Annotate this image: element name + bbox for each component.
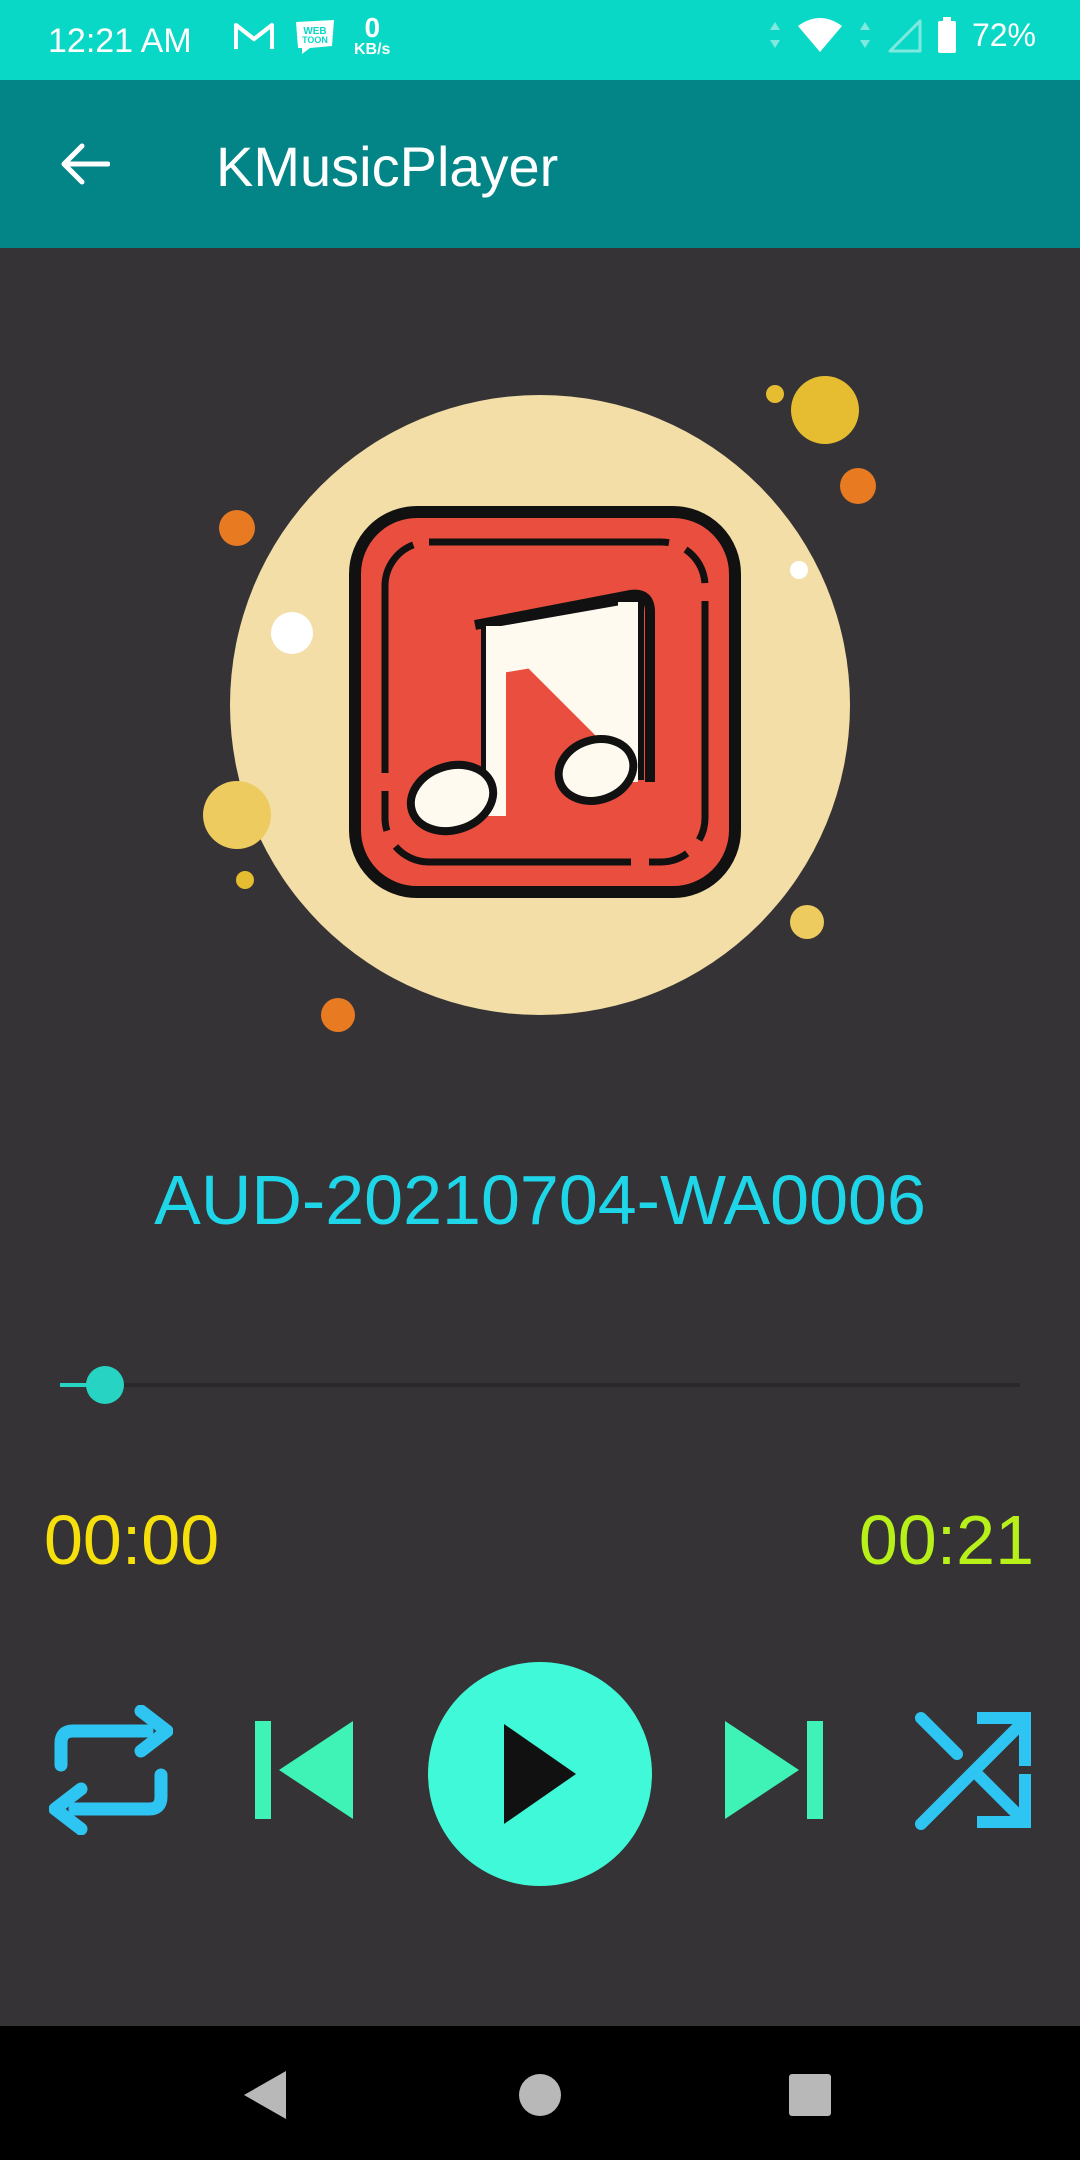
system-nav-bar: [0, 2026, 1080, 2160]
track-title: AUD-20210704-WA0006: [154, 1161, 926, 1239]
album-art: [203, 376, 876, 1032]
network-speed-unit: KB/s: [354, 41, 391, 58]
nav-recents-button[interactable]: [775, 2060, 845, 2130]
app-bar: KMusicPlayer: [0, 80, 1080, 248]
app-title: KMusicPlayer: [216, 135, 559, 198]
nav-recents-icon: [789, 2074, 831, 2116]
total-time: 00:21: [858, 1501, 1034, 1579]
network-speed-value: 0: [364, 12, 381, 43]
signal-icon: [888, 19, 922, 53]
notification-icons: WEB TOON 0 KB/s: [232, 14, 390, 58]
nav-back-button[interactable]: [230, 2060, 300, 2130]
seek-track: [60, 1383, 1020, 1387]
skip-previous-icon: [255, 1721, 353, 1819]
network-speed: 0 KB/s: [354, 14, 390, 58]
current-time: 00:00: [44, 1501, 220, 1579]
svg-text:TOON: TOON: [302, 35, 328, 45]
shuffle-button[interactable]: [908, 1705, 1038, 1835]
status-time: 12:21 AM: [48, 22, 192, 60]
seek-bar[interactable]: [60, 1365, 1020, 1405]
arrow-back-icon: [61, 143, 110, 185]
skip-next-icon: [725, 1721, 823, 1819]
shuffle-icon: [915, 1712, 1031, 1830]
nav-home-button[interactable]: [505, 2060, 575, 2130]
nav-back-icon: [244, 2071, 286, 2119]
back-button[interactable]: [52, 132, 116, 196]
wifi-icon: [797, 18, 842, 52]
seek-thumb[interactable]: [86, 1366, 124, 1404]
data-arrows-icon: [769, 22, 780, 48]
webtoon-icon: WEB TOON: [296, 20, 334, 54]
system-icons: 72%: [768, 16, 1036, 54]
previous-button[interactable]: [250, 1715, 360, 1825]
battery-percent: 72%: [971, 16, 1036, 53]
data-arrows-icon-2: [859, 22, 870, 48]
status-bar: 12:21 AM WEB TOON 0 KB/s 72%: [0, 0, 1080, 80]
nav-home-icon: [519, 2074, 561, 2116]
battery-icon: [937, 17, 956, 53]
repeat-button[interactable]: [46, 1705, 176, 1835]
repeat-icon: [49, 1705, 173, 1835]
play-icon: [504, 1724, 576, 1824]
gmail-icon: [234, 23, 274, 49]
next-button[interactable]: [718, 1715, 828, 1825]
play-button[interactable]: [428, 1662, 652, 1886]
